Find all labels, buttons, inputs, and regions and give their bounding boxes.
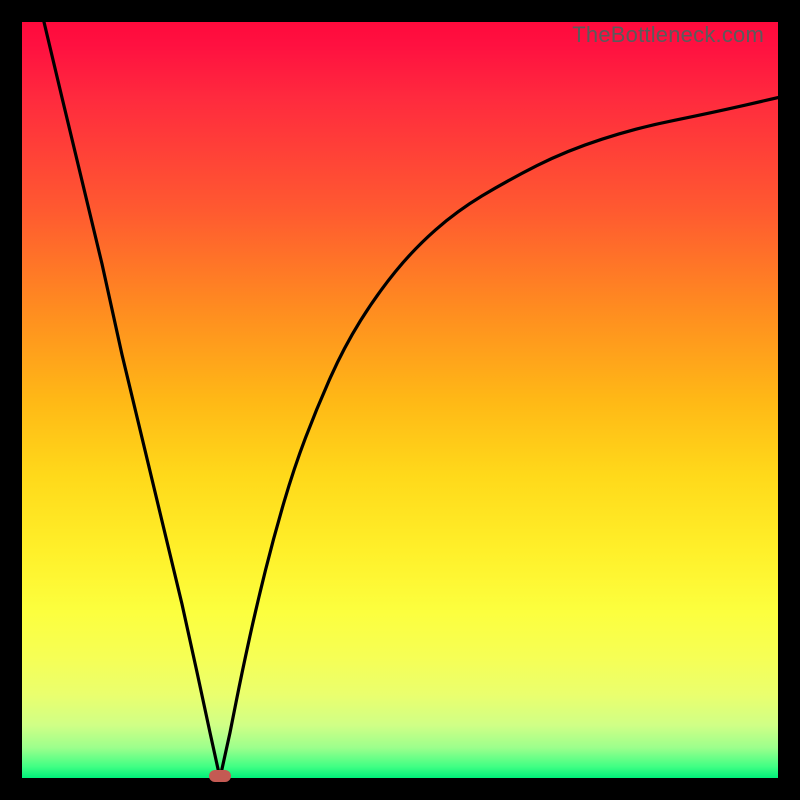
plot-area: TheBottleneck.com: [22, 22, 778, 778]
bottleneck-curve: [22, 22, 778, 778]
optimum-marker: [209, 770, 231, 782]
chart-frame: TheBottleneck.com: [10, 10, 790, 790]
curve-path: [44, 22, 778, 778]
